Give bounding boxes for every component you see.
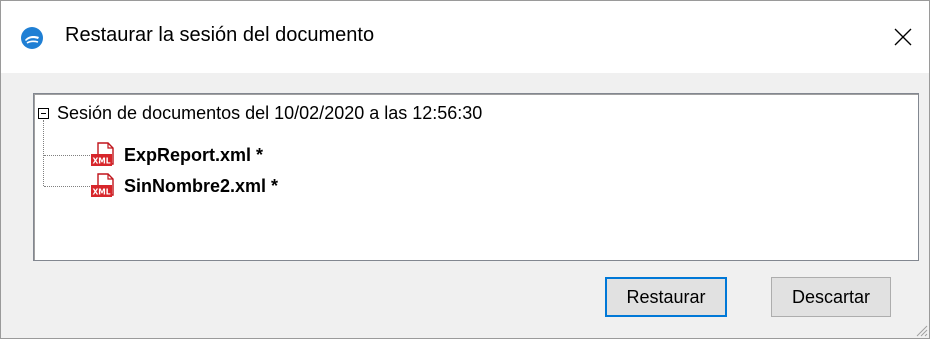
svg-text:XML: XML bbox=[92, 157, 110, 166]
restore-button[interactable]: Restaurar bbox=[605, 277, 727, 317]
restore-session-dialog: Restaurar la sesión del documento Sesión… bbox=[0, 0, 930, 339]
close-icon bbox=[894, 28, 912, 46]
tree-connector-line bbox=[44, 155, 90, 156]
close-button[interactable] bbox=[885, 19, 921, 55]
window-title: Restaurar la sesión del documento bbox=[65, 24, 375, 46]
tree-item-expreport[interactable]: XML ExpReport.xml * bbox=[90, 142, 263, 168]
tree-item-label: SinNombre2.xml * bbox=[124, 175, 279, 196]
tree-root-node[interactable]: Sesión de documentos del 10/02/2020 a la… bbox=[38, 102, 482, 124]
svg-text:XML: XML bbox=[92, 188, 110, 197]
title-bar: Restaurar la sesión del documento bbox=[1, 1, 929, 73]
tree-item-sinnombre2[interactable]: XML SinNombre2.xml * bbox=[90, 173, 278, 199]
altova-app-icon bbox=[21, 27, 43, 49]
xml-file-icon: XML bbox=[90, 142, 116, 168]
tree-item-label: ExpReport.xml * bbox=[124, 144, 264, 165]
xml-file-icon: XML bbox=[90, 173, 116, 199]
resize-grip-icon[interactable] bbox=[914, 323, 928, 337]
session-tree[interactable]: Sesión de documentos del 10/02/2020 a la… bbox=[33, 93, 919, 261]
tree-connector-line bbox=[44, 186, 90, 187]
session-root-label: Sesión de documentos del 10/02/2020 a la… bbox=[57, 102, 483, 123]
collapse-icon[interactable] bbox=[38, 107, 49, 119]
tree-connector-line bbox=[43, 120, 44, 186]
discard-button[interactable]: Descartar bbox=[771, 277, 891, 317]
